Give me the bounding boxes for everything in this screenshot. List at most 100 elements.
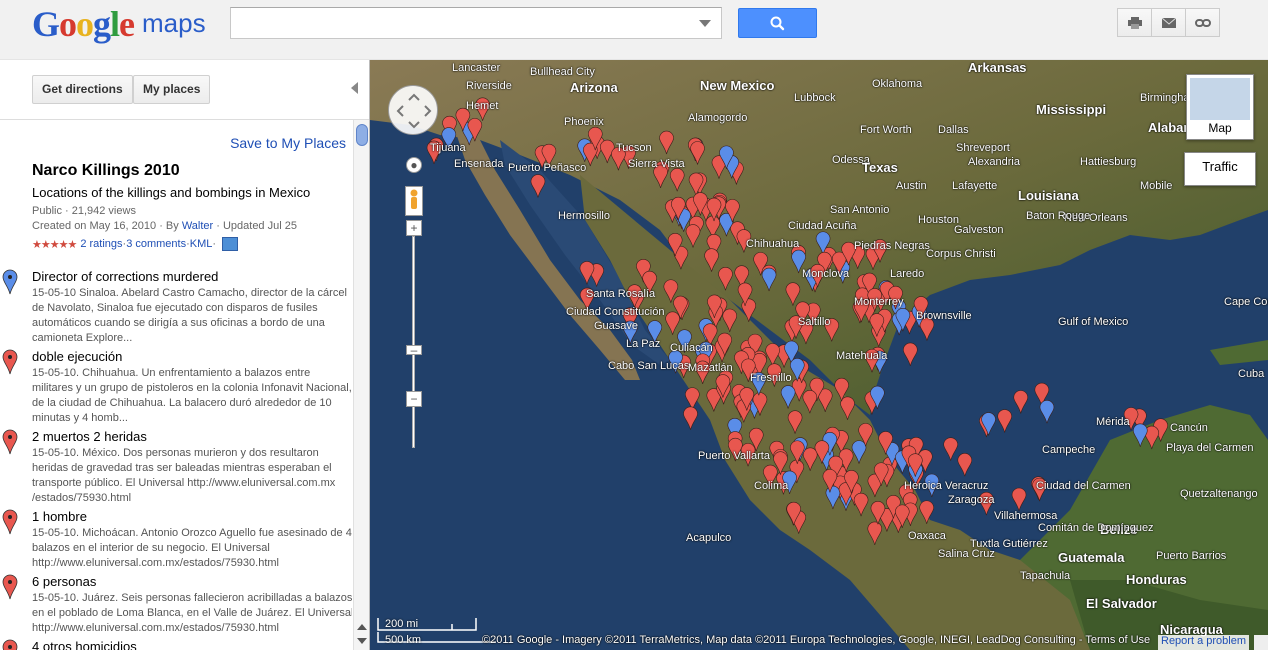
blue-marker-icon[interactable]: [851, 440, 867, 464]
red-marker-icon[interactable]: [659, 130, 674, 155]
map-place-label: Ciudad del Carmen: [1036, 480, 1131, 492]
red-marker-icon[interactable]: [683, 406, 698, 430]
red-marker-icon[interactable]: [2, 349, 18, 375]
ratings-link[interactable]: 2 ratings: [80, 238, 122, 250]
map-place-label: Lancaster: [452, 62, 501, 74]
zoom-slider[interactable]: + – −: [406, 220, 422, 474]
map-place-label: Fort Worth: [860, 124, 912, 136]
red-marker-icon[interactable]: [685, 224, 701, 248]
zoom-in-button[interactable]: +: [406, 220, 422, 236]
scroll-down-icon[interactable]: [357, 638, 367, 644]
place-title[interactable]: 2 muertos 2 heridas: [32, 429, 147, 444]
red-marker-icon[interactable]: [1013, 390, 1029, 414]
pegman-icon[interactable]: [405, 186, 423, 216]
red-marker-icon[interactable]: [919, 500, 934, 524]
map-place-label: La Paz: [626, 338, 661, 350]
zoom-handle[interactable]: –: [406, 344, 422, 356]
red-marker-icon[interactable]: [997, 409, 1012, 433]
red-marker-icon[interactable]: [665, 311, 680, 335]
red-marker-icon[interactable]: [785, 282, 801, 306]
red-marker-icon[interactable]: [943, 437, 958, 461]
my-places-button[interactable]: My places: [133, 75, 211, 104]
place-description: 15-05-10. Chihuahua. Un enfrentamiento a…: [32, 367, 352, 424]
blue-marker-icon[interactable]: [761, 267, 777, 292]
email-button[interactable]: [1151, 8, 1186, 37]
red-marker-icon[interactable]: [867, 521, 883, 546]
red-marker-icon[interactable]: [790, 440, 805, 464]
red-marker-icon[interactable]: [669, 168, 685, 192]
traffic-control[interactable]: Traffic: [1184, 152, 1256, 186]
collapse-panel-icon[interactable]: [351, 82, 358, 94]
red-marker-icon[interactable]: [2, 509, 18, 535]
traffic-label: Traffic: [1202, 159, 1238, 174]
blue-marker-icon[interactable]: [1039, 400, 1055, 424]
place-title[interactable]: 1 hombre: [32, 509, 87, 524]
kml-link[interactable]: KML: [190, 238, 213, 250]
map-thumbnail: [1190, 78, 1250, 120]
star-rating-icon[interactable]: ★★★★★: [32, 238, 77, 251]
print-button[interactable]: [1117, 8, 1152, 37]
map-place-label: Monclova: [802, 268, 850, 280]
map-place-label: Gulf of Mexico: [1058, 316, 1129, 328]
logo-letter: g: [93, 4, 111, 44]
map-copyright[interactable]: ©2011 Google - Imagery ©2011 TerraMetric…: [482, 634, 1150, 646]
map-canvas[interactable]: Arkansas Lancaster Bullhead City New Mexico…: [370, 60, 1268, 650]
map-place-label: Piedras Negras: [854, 240, 930, 252]
red-marker-icon[interactable]: [802, 390, 818, 414]
blue-marker-icon[interactable]: [2, 269, 18, 295]
map-place-label: Phoenix: [564, 116, 604, 128]
left-panel: Get directions My places Save to My Plac…: [0, 60, 370, 650]
blue-marker-icon[interactable]: [1132, 423, 1148, 447]
blue-marker-icon[interactable]: [981, 412, 996, 436]
place-title[interactable]: doble ejecución: [32, 349, 122, 364]
place-title[interactable]: 4 otros homicidios: [32, 639, 137, 650]
author-link[interactable]: Walter: [182, 220, 213, 232]
map-type-control[interactable]: Map: [1186, 74, 1254, 140]
red-marker-icon[interactable]: [530, 174, 546, 198]
red-marker-icon[interactable]: [957, 453, 973, 477]
earth-view-icon[interactable]: [222, 237, 239, 251]
save-to-my-places-link[interactable]: Save to My Places: [230, 135, 346, 151]
scrollbar-thumb[interactable]: [356, 124, 368, 146]
red-marker-icon[interactable]: [718, 266, 733, 291]
zoom-out-button[interactable]: −: [406, 391, 422, 407]
street-view-dot-icon[interactable]: ●: [406, 157, 422, 173]
map-place-label: Campeche: [1042, 444, 1096, 456]
red-marker-icon[interactable]: [802, 447, 818, 471]
zoom-track[interactable]: [412, 236, 415, 448]
map-place-label: Riverside: [466, 80, 512, 92]
map-place-label: Baton Rouge: [1026, 210, 1091, 222]
blue-marker-icon[interactable]: [825, 485, 841, 510]
scroll-up-icon[interactable]: [357, 624, 367, 630]
place-title[interactable]: Director of corrections murdered: [32, 269, 218, 284]
red-marker-icon[interactable]: [704, 248, 719, 272]
red-marker-icon[interactable]: [2, 429, 18, 455]
panel-scrollbar[interactable]: [353, 120, 369, 650]
red-marker-icon[interactable]: [853, 492, 869, 517]
search-input[interactable]: [231, 8, 671, 38]
red-marker-icon[interactable]: [840, 396, 855, 420]
red-marker-icon[interactable]: [903, 342, 918, 367]
red-marker-icon[interactable]: [722, 308, 738, 333]
google-maps-logo[interactable]: Google maps: [32, 3, 206, 45]
link-button[interactable]: [1185, 8, 1220, 37]
map-place-label: New Mexico: [700, 78, 775, 93]
separator: ·: [212, 238, 217, 250]
blue-marker-icon[interactable]: [780, 385, 796, 409]
red-marker-icon[interactable]: [579, 261, 595, 285]
map-place-label: Playa del Carmen: [1166, 442, 1254, 454]
red-marker-icon[interactable]: [787, 410, 803, 434]
search-dropdown-icon[interactable]: [699, 20, 711, 27]
red-marker-icon[interactable]: [765, 343, 780, 367]
get-directions-button[interactable]: Get directions: [32, 75, 133, 104]
search-button[interactable]: [738, 8, 817, 38]
pan-control[interactable]: [388, 85, 438, 135]
place-title[interactable]: 6 personas: [32, 574, 96, 589]
red-marker-icon[interactable]: [690, 141, 705, 165]
red-marker-icon[interactable]: [2, 639, 18, 650]
resize-handle-icon[interactable]: [1254, 635, 1268, 650]
comments-link[interactable]: 3 comments: [126, 238, 186, 250]
report-problem-link[interactable]: Report a problem: [1158, 635, 1249, 650]
red-marker-icon[interactable]: [2, 574, 18, 600]
red-marker-icon[interactable]: [1011, 487, 1027, 512]
